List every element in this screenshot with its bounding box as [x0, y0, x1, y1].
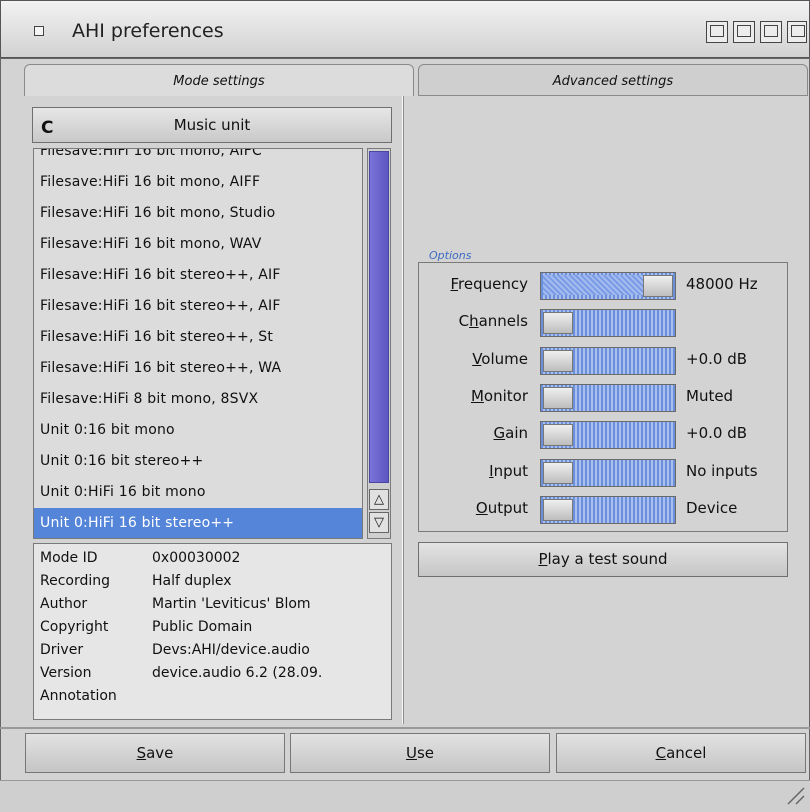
option-label-volume: Volume — [472, 349, 528, 368]
list-item[interactable]: Unit 0:16 bit stereo++ — [34, 446, 362, 477]
option-label-monitor: Monitor — [470, 386, 528, 405]
cancel-button[interactable]: Cancel — [556, 733, 806, 773]
option-label-channels: Channels — [458, 312, 528, 331]
info-key: Author — [40, 596, 88, 612]
resize-grip-icon[interactable] — [786, 786, 806, 806]
depth-icon[interactable] — [787, 21, 807, 43]
option-value-volume: +0.0 dB — [686, 349, 748, 368]
cycle-icon: C — [41, 118, 54, 138]
list-item[interactable]: Filesave:HiFi 16 bit stereo++, St — [34, 322, 362, 353]
slider-monitor[interactable] — [540, 383, 676, 412]
info-value: Martin 'Leviticus' Blom — [152, 596, 311, 612]
slider-knob[interactable] — [543, 386, 573, 409]
slider-input[interactable] — [540, 458, 676, 487]
info-value: Public Domain — [152, 619, 253, 635]
option-label-gain: Gain — [493, 424, 529, 443]
list-item[interactable]: Unit 0:16 bit mono — [34, 415, 362, 446]
option-value-frequency: 48000 Hz — [686, 275, 758, 293]
zoom-icon[interactable] — [733, 21, 755, 43]
option-label-input: Input — [489, 461, 528, 480]
mode-info-panel: Mode ID 0x00030002 Recording Half duplex Aut… — [33, 543, 392, 720]
info-value: Devs:AHI/device.audio — [152, 642, 310, 658]
info-key: Annotation — [40, 688, 117, 704]
info-value: 0x00030002 — [152, 550, 241, 566]
slider-knob[interactable] — [543, 312, 573, 335]
slider-fill — [543, 275, 643, 295]
info-value: Half duplex — [152, 573, 232, 589]
slider-gain[interactable] — [540, 421, 676, 450]
close-icon[interactable] — [34, 26, 44, 36]
music-unit-label: Music unit — [173, 116, 251, 134]
bottom-divider — [0, 727, 810, 729]
option-label-frequency: Frequency — [450, 275, 528, 293]
scroll-down-icon[interactable]: ▽ — [369, 512, 389, 533]
list-item[interactable]: Filesave:HiFi 16 bit stereo++, WA — [34, 353, 362, 384]
info-key: Mode ID — [40, 550, 98, 566]
option-value-output: Device — [686, 498, 738, 517]
slider-channels[interactable] — [540, 309, 676, 338]
slider-knob[interactable] — [543, 349, 573, 372]
save-button[interactable]: Save — [25, 733, 285, 773]
list-item[interactable]: Filesave:HiFi 16 bit stereo++, AIF — [34, 260, 362, 291]
options-legend: Options — [427, 249, 474, 262]
slider-knob[interactable] — [543, 498, 573, 521]
info-key: Driver — [40, 642, 84, 658]
play-test-sound-button[interactable]: Play a test sound — [418, 542, 788, 577]
slider-volume[interactable] — [540, 346, 676, 375]
status-bar — [0, 780, 810, 812]
resize-window-icon[interactable] — [760, 21, 782, 43]
slider-output[interactable] — [540, 495, 676, 524]
list-item[interactable]: Filesave:HiFi 16 bit mono, WAV — [34, 229, 362, 260]
scroll-knob[interactable] — [369, 151, 389, 483]
mode-list-scrollbar[interactable]: △ ▽ — [367, 148, 391, 539]
list-item[interactable]: Filesave:HiFi 16 bit mono, AIFF — [34, 167, 362, 198]
use-button[interactable]: Use — [290, 733, 550, 773]
option-value-input: No inputs — [686, 461, 758, 480]
slider-knob[interactable] — [643, 275, 673, 297]
column-divider — [402, 96, 404, 724]
music-unit-button[interactable]: C Music unit — [32, 107, 392, 143]
info-key: Copyright — [40, 619, 109, 635]
slider-knob[interactable] — [543, 461, 573, 484]
list-item[interactable]: Filesave:HiFi 16 bit stereo++, AIF — [34, 291, 362, 322]
list-item[interactable]: Filesave:HiFi 16 bit mono, Studio — [34, 198, 362, 229]
option-label-output: Output — [475, 498, 528, 517]
iconify-icon[interactable] — [706, 21, 728, 43]
info-key: Version — [40, 665, 92, 681]
option-value-gain: +0.0 dB — [686, 424, 748, 443]
tab-mode-settings[interactable]: Mode settings — [24, 64, 414, 96]
list-item[interactable]: Unit 0:HiFi 16 bit mono — [34, 477, 362, 508]
list-item[interactable]: Filesave:HiFi 8 bit mono, 8SVX — [34, 384, 362, 415]
list-item[interactable]: Filesave:HiFi 16 bit mono, AIFC — [34, 149, 362, 167]
tab-advanced-settings[interactable]: Advanced settings — [418, 64, 808, 96]
info-key: Recording — [40, 573, 111, 589]
slider-knob[interactable] — [543, 424, 573, 447]
info-value: device.audio 6.2 (28.09. — [152, 665, 323, 681]
window-title: AHI preferences — [72, 20, 224, 42]
mode-list[interactable]: Filesave:HiFi 16 bit mono, AIFC Filesave:… — [33, 148, 363, 539]
list-item[interactable]: Unit 0:HiFi 16 bit stereo++ — [34, 508, 362, 538]
slider-frequency[interactable] — [540, 272, 676, 300]
scroll-up-icon[interactable]: △ — [369, 489, 389, 510]
option-value-monitor: Muted — [686, 386, 734, 405]
